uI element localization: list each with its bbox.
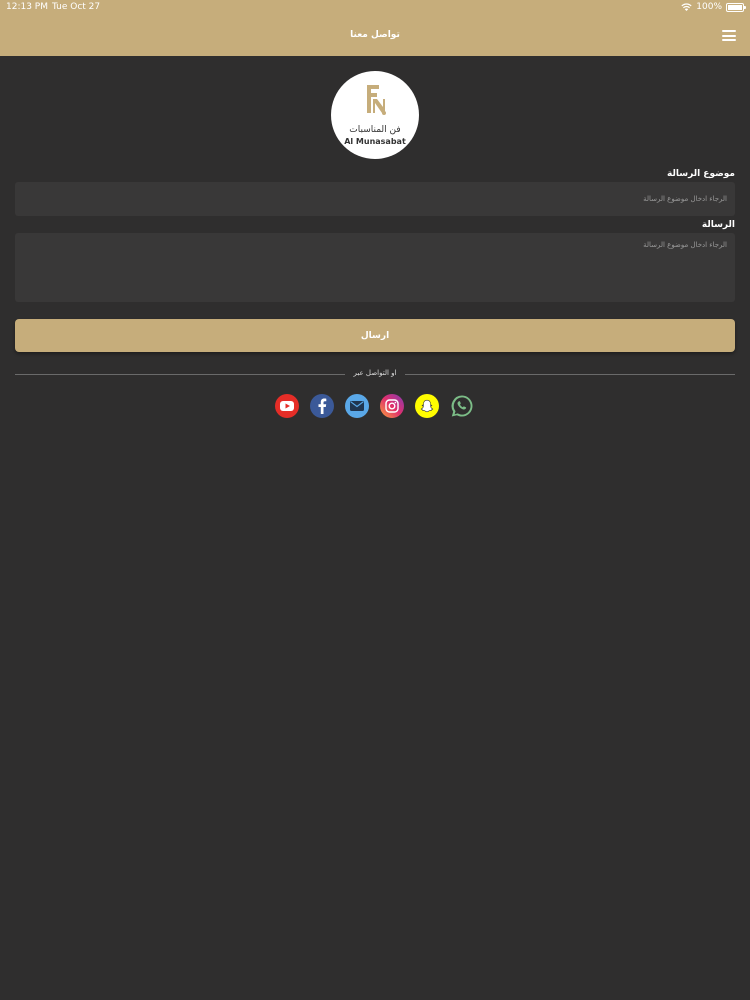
- message-textarea[interactable]: [15, 233, 735, 302]
- youtube-icon[interactable]: [275, 394, 299, 418]
- logo-english-text: Al Munasabat: [344, 137, 406, 146]
- status-bar: 12:13 PM Tue Oct 27 100%: [0, 2, 750, 14]
- logo-arabic-text: فن المناسبات: [349, 125, 401, 135]
- divider-text: او التواصل عبر: [353, 369, 397, 377]
- divider-line-right: [405, 374, 735, 375]
- status-time: 12:13 PM: [6, 2, 48, 12]
- facebook-icon[interactable]: [310, 394, 334, 418]
- subject-label: موضوع الرسالة: [667, 169, 735, 179]
- snapchat-icon[interactable]: [415, 394, 439, 418]
- top-bar: 12:13 PM Tue Oct 27 100% تواصل معنا: [0, 0, 750, 56]
- whatsapp-icon[interactable]: [450, 394, 474, 418]
- hamburger-menu-icon[interactable]: [722, 30, 736, 41]
- send-button[interactable]: ارسال: [15, 319, 735, 352]
- battery-percent: 100%: [696, 2, 722, 12]
- status-right: 100%: [681, 2, 746, 12]
- subject-input[interactable]: [15, 182, 735, 216]
- mail-icon[interactable]: [345, 394, 369, 418]
- instagram-icon[interactable]: [380, 394, 404, 418]
- brand-logo: فن المناسبات Al Munasabat: [331, 71, 419, 159]
- logo-mark-icon: [367, 85, 386, 115]
- message-label: الرسالة: [701, 220, 735, 230]
- page-title: تواصل معنا: [350, 30, 400, 40]
- status-date: Tue Oct 27: [52, 2, 101, 12]
- battery-icon: [726, 2, 746, 12]
- wifi-icon: [681, 3, 692, 11]
